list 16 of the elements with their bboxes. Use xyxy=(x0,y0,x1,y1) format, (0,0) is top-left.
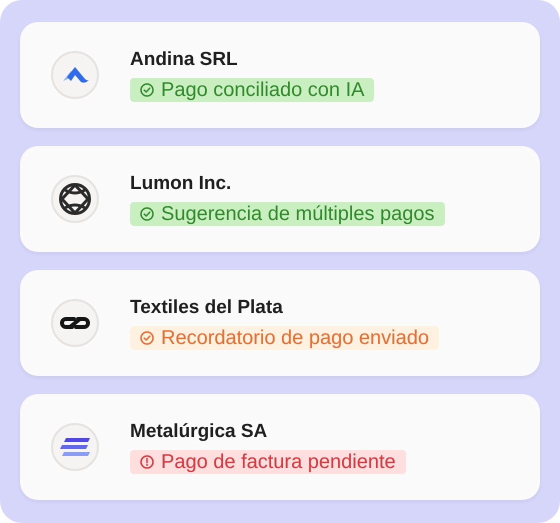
chain-link-icon xyxy=(58,314,92,332)
company-name: Lumon Inc. xyxy=(130,172,232,196)
check-circle-icon xyxy=(140,331,154,345)
status-text: Pago de factura pendiente xyxy=(161,450,396,474)
alert-icon xyxy=(140,455,154,469)
company-name: Metalúrgica SA xyxy=(130,420,268,444)
status-text: Sugerencia de múltiples pagos xyxy=(161,202,435,226)
status-text: Pago conciliado con IA xyxy=(161,78,364,102)
globe-logo-icon xyxy=(58,182,92,216)
waves-logo-icon xyxy=(58,436,92,458)
check-circle-icon xyxy=(140,207,154,221)
peak-logo-icon xyxy=(61,65,89,85)
company-name: Andina SRL xyxy=(130,48,238,72)
check-circle-icon xyxy=(140,83,154,97)
company-name: Textiles del Plata xyxy=(130,296,283,320)
status-text: Recordatorio de pago enviado xyxy=(161,326,429,350)
